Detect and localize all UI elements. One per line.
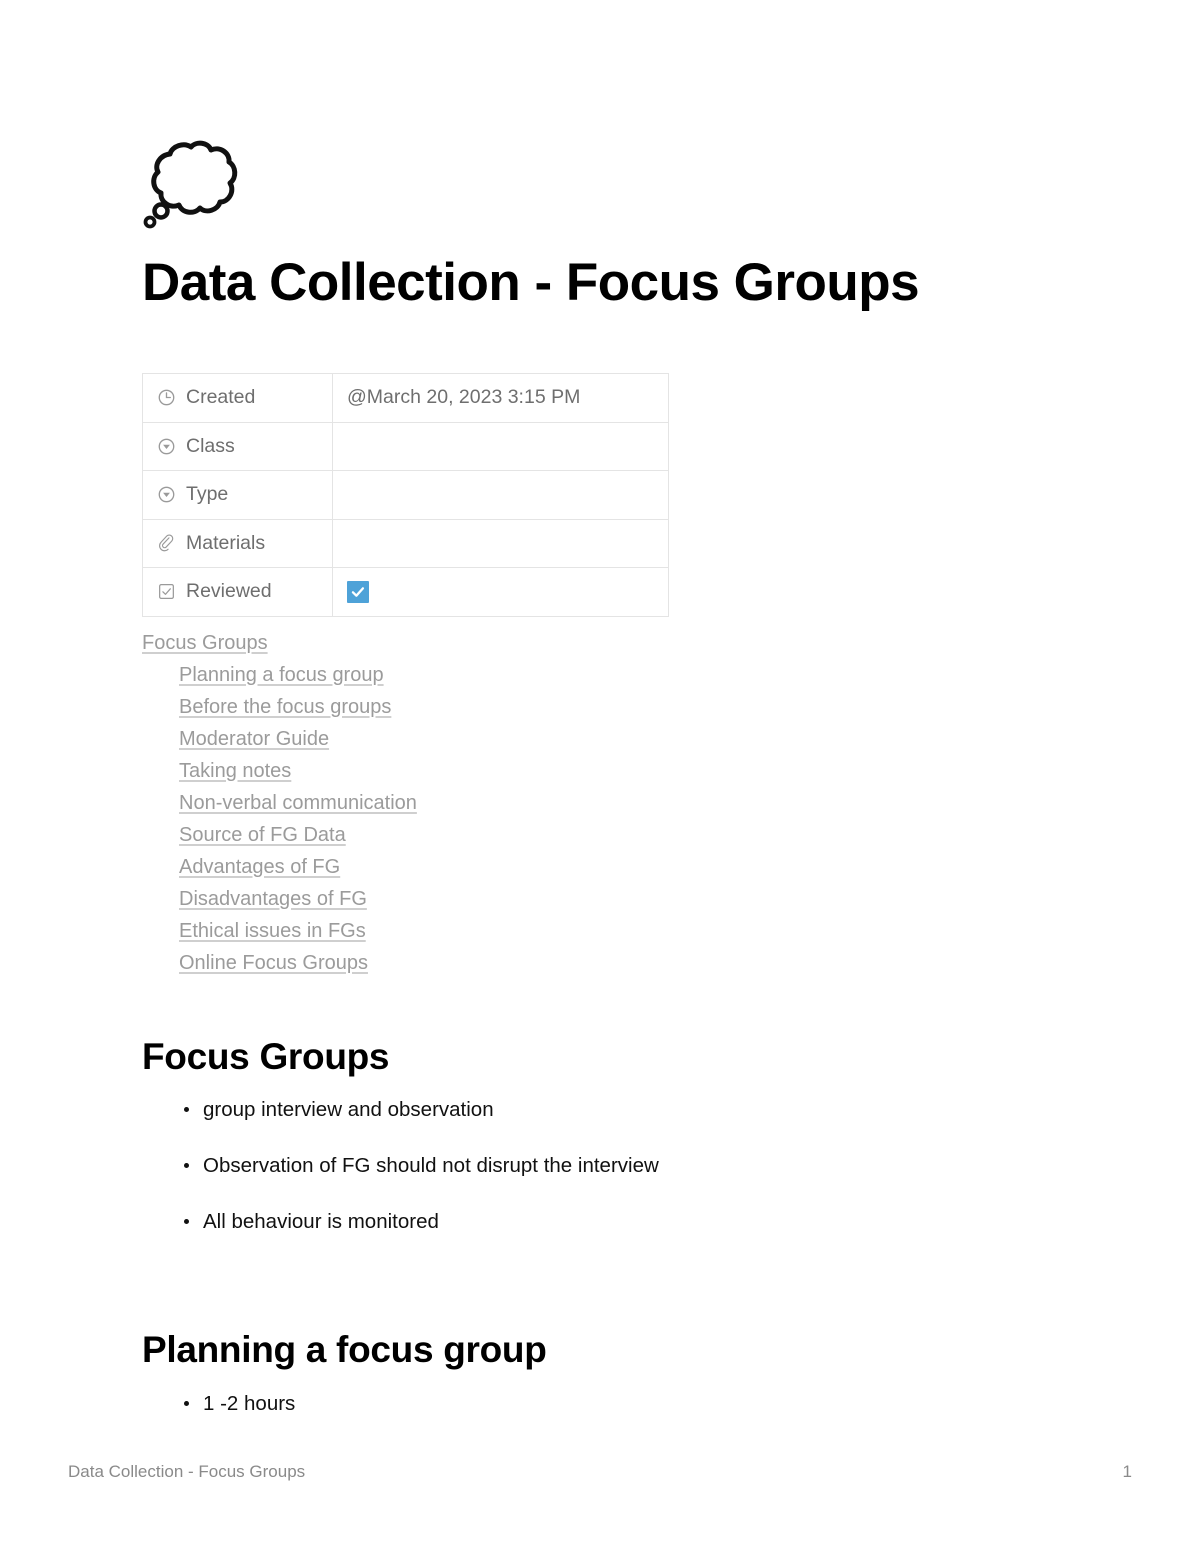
- clock-icon: [157, 388, 176, 407]
- toc-link[interactable]: Moderator Guide: [179, 728, 329, 750]
- document-page: Data Collection - Focus Groups Created @…: [0, 0, 1200, 1553]
- property-value-materials[interactable]: [332, 518, 669, 569]
- toc-link[interactable]: Non-verbal communication: [179, 792, 417, 814]
- properties-table: Created @March 20, 2023 3:15 PM Class Ty…: [142, 373, 669, 617]
- property-value-created[interactable]: @March 20, 2023 3:15 PM: [332, 373, 669, 423]
- toc-link[interactable]: Source of FG Data: [179, 824, 346, 846]
- toc-link[interactable]: Focus Groups: [142, 632, 268, 654]
- property-label: Materials: [186, 531, 266, 554]
- select-circle-icon: [157, 485, 176, 504]
- list-item: 1 -2 hours: [184, 1389, 1062, 1419]
- document-content: Data Collection - Focus Groups Created @…: [142, 140, 1062, 1444]
- property-key-created: Created: [142, 373, 333, 423]
- list-item: Observation of FG should not disrupt the…: [184, 1151, 1062, 1181]
- toc-link[interactable]: Planning a focus group: [179, 664, 384, 686]
- table-row: Materials: [142, 518, 669, 569]
- property-label: Created: [186, 386, 256, 409]
- toc-link[interactable]: Online Focus Groups: [179, 952, 368, 974]
- property-value-type[interactable]: [332, 470, 669, 520]
- property-key-type: Type: [142, 470, 333, 520]
- select-circle-icon: [157, 437, 176, 456]
- property-key-materials: Materials: [142, 518, 333, 569]
- table-row: Class: [142, 421, 669, 472]
- reviewed-checkbox-checked[interactable]: [347, 580, 369, 603]
- toc-link[interactable]: Taking notes: [179, 760, 291, 782]
- property-value-class[interactable]: [332, 421, 669, 472]
- footer-title: Data Collection - Focus Groups: [68, 1462, 306, 1481]
- list-item: Online Focus Groups: [142, 947, 1062, 979]
- list-item: All behaviour is monitored: [184, 1207, 1062, 1237]
- list-item: group interview and observation: [184, 1095, 1062, 1125]
- thought-balloon-icon: [142, 140, 242, 232]
- property-key-class: Class: [142, 421, 333, 472]
- bullet-list-focus-groups: group interview and observation Observat…: [142, 1095, 1062, 1236]
- section-heading-planning-a-focus-group: Planning a focus group: [142, 1329, 547, 1371]
- list-item: Source of FG Data: [142, 819, 1062, 851]
- table-row: Reviewed: [142, 567, 669, 617]
- list-item: Ethical issues in FGs: [142, 915, 1062, 947]
- list-item: Advantages of FG: [142, 851, 1062, 883]
- list-item: Non-verbal communication: [142, 787, 1062, 819]
- list-item: Taking notes: [142, 755, 1062, 787]
- bullet-list-planning: 1 -2 hours: [142, 1389, 1062, 1419]
- table-of-contents: Focus Groups Planning a focus group Befo…: [142, 627, 1062, 979]
- property-key-reviewed: Reviewed: [142, 567, 333, 617]
- footer-page-number: 1: [1122, 1462, 1132, 1481]
- page-title: Data Collection - Focus Groups: [142, 253, 920, 312]
- page-footer: Data Collection - Focus Groups 1: [68, 1462, 1132, 1482]
- toc-link[interactable]: Ethical issues in FGs: [179, 920, 366, 942]
- toc-link[interactable]: Before the focus groups: [179, 696, 391, 718]
- checkbox-icon: [157, 582, 176, 601]
- table-row: Created @March 20, 2023 3:15 PM: [142, 373, 669, 423]
- list-item: Disadvantages of FG: [142, 883, 1062, 915]
- toc-link[interactable]: Disadvantages of FG: [179, 888, 367, 910]
- property-label: Class: [186, 434, 235, 457]
- list-item: Planning a focus group: [142, 659, 1062, 691]
- table-row: Type: [142, 470, 669, 520]
- property-label: Reviewed: [186, 580, 272, 603]
- section-heading-focus-groups: Focus Groups: [142, 1035, 390, 1077]
- list-item: Moderator Guide: [142, 723, 1062, 755]
- paperclip-icon: [157, 534, 176, 553]
- property-label: Type: [186, 483, 229, 506]
- property-value-reviewed[interactable]: [332, 567, 669, 617]
- list-item: Before the focus groups: [142, 691, 1062, 723]
- toc-link[interactable]: Advantages of FG: [179, 856, 340, 878]
- list-item: Focus Groups: [142, 627, 1062, 659]
